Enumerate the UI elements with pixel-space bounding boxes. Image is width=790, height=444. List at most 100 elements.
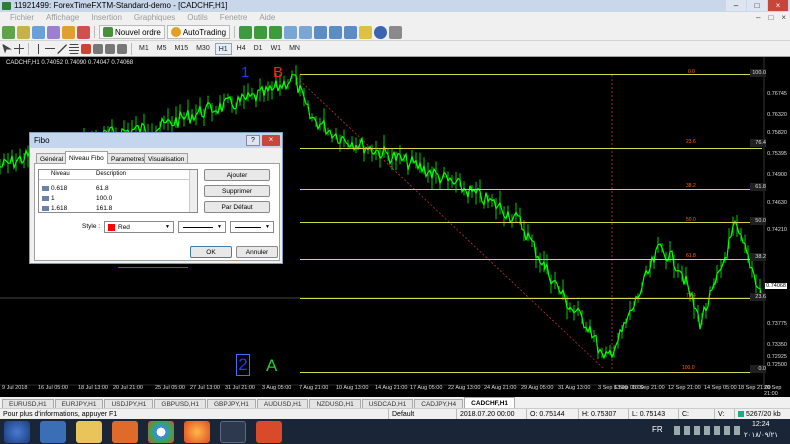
tab-niveau-fibo[interactable]: Niveau Fibo (65, 151, 108, 164)
ok-button[interactable]: OK (190, 246, 232, 258)
firefox-icon[interactable] (184, 421, 210, 443)
periods-icon[interactable] (374, 25, 388, 39)
tab-cadjpy[interactable]: CADJPY,H4 (414, 399, 464, 408)
menu-aide[interactable]: Aide (253, 12, 281, 24)
profiles-icon[interactable] (17, 25, 30, 39)
timeframe-h4[interactable]: H4 (234, 43, 249, 55)
new-chart-icon[interactable] (2, 25, 15, 39)
office-icon[interactable] (256, 421, 282, 443)
tab-nzdusd[interactable]: NZDUSD,H1 (309, 399, 361, 408)
tile-windows-icon[interactable] (314, 25, 328, 39)
wave-label-1: 1 (241, 64, 250, 81)
window-controls: – □ × (726, 0, 788, 12)
market-watch-icon[interactable] (32, 25, 45, 39)
line-width-select[interactable]: ▼ (230, 221, 274, 233)
indicators-icon[interactable] (359, 25, 373, 39)
start-button[interactable] (4, 421, 30, 443)
text-icon[interactable] (93, 43, 103, 54)
date-tick: 20 Sep 21:00 (764, 385, 782, 397)
line-chart-icon[interactable] (269, 25, 283, 39)
cancel-button[interactable]: Annuler (236, 246, 278, 258)
wave-label-2: 2 (236, 354, 250, 376)
arrows-icon[interactable] (117, 43, 127, 54)
price-tick: 0.72500 (767, 362, 787, 368)
crosshair-icon[interactable] (14, 43, 24, 54)
cursor-icon[interactable] (2, 43, 12, 54)
chart-minimize-button[interactable]: – (756, 12, 760, 24)
toolbar-separator (94, 26, 95, 38)
timeframe-m1[interactable]: M1 (136, 43, 152, 55)
list-scrollbar[interactable] (189, 170, 197, 212)
menu-affichage[interactable]: Affichage (40, 12, 85, 24)
chrome-icon[interactable] (148, 421, 174, 443)
tab-gbpusd[interactable]: GBPUSD,H1 (154, 399, 206, 408)
taskbar: FR 12:24 ٢٠١٨/٠٩/٢١ (0, 419, 790, 444)
dialog-help-button[interactable]: ? (246, 135, 260, 146)
autotrading-button[interactable]: AutoTrading (166, 25, 231, 39)
candlestick-icon[interactable] (254, 25, 268, 39)
tab-eurjpy[interactable]: EURJPY,H1 (54, 399, 104, 408)
tab-usdjpy[interactable]: USDJPY,H1 (104, 399, 154, 408)
timeframe-h1[interactable]: H1 (214, 42, 232, 55)
menu-outils[interactable]: Outils (181, 12, 213, 24)
tab-cadchf[interactable]: CADCHF,H1 (464, 397, 516, 408)
line-style-select[interactable]: ▼ (178, 221, 226, 233)
equidistant-channel-icon[interactable] (69, 43, 79, 54)
tray-icons[interactable] (674, 426, 744, 435)
tab-eurusd[interactable]: EURUSD,H1 (2, 399, 54, 408)
vertical-line-icon[interactable] (33, 43, 43, 54)
date-tick: 10 Sep 21:00 (632, 385, 665, 391)
tab-gbpjpy[interactable]: GBPJPY,H1 (206, 399, 256, 408)
fibo-level-tag: 76.4 (750, 139, 766, 147)
delete-button[interactable]: Supprimer (204, 185, 270, 197)
tab-usdcad[interactable]: USDCAD,H1 (361, 399, 414, 408)
templates-icon[interactable] (389, 25, 403, 39)
explorer-icon[interactable] (40, 421, 66, 443)
fibonacci-icon[interactable] (81, 43, 91, 54)
timeframe-d1[interactable]: D1 (251, 43, 266, 55)
menu-insertion[interactable]: Insertion (85, 12, 128, 24)
timeframe-m5[interactable]: M5 (154, 43, 170, 55)
window-title: 11921499: ForexTimeFXTM-Standard-demo - … (14, 1, 228, 10)
strategy-tester-icon[interactable] (77, 25, 90, 39)
metatrader-icon[interactable] (220, 421, 246, 443)
line-style-preview (183, 227, 213, 228)
chart-shift-icon[interactable] (344, 25, 358, 39)
media-player-icon[interactable] (112, 421, 138, 443)
list-item[interactable]: 0.618 61.8 (41, 184, 186, 193)
maximize-button[interactable]: □ (747, 0, 767, 11)
folder-icon[interactable] (76, 421, 102, 443)
close-button[interactable]: × (768, 0, 788, 11)
chart-close-button[interactable]: × (781, 12, 786, 24)
text-label-icon[interactable] (105, 43, 115, 54)
menu-fenetre[interactable]: Fenetre (214, 12, 254, 24)
autotrading-icon (170, 27, 181, 37)
timeframe-mn[interactable]: MN (286, 43, 303, 55)
horizontal-line-icon[interactable] (45, 43, 55, 54)
timeframe-m30[interactable]: M30 (193, 43, 213, 55)
chart-restore-button[interactable]: □ (768, 12, 773, 24)
add-button[interactable]: Ajouter (204, 169, 270, 181)
fibo-levels-list[interactable]: Niveau Description 0.618 61.8 1 100.0 1.… (38, 169, 198, 213)
zoom-in-icon[interactable] (284, 25, 298, 39)
minimize-button[interactable]: – (726, 0, 746, 11)
tab-audusd[interactable]: AUDUSD,H1 (256, 399, 309, 408)
timeframe-w1[interactable]: W1 (268, 43, 285, 55)
language-indicator[interactable]: FR (652, 425, 663, 434)
style-label: Style : (82, 223, 101, 230)
default-button[interactable]: Par Défaut (204, 201, 270, 213)
trendline-icon[interactable] (57, 43, 67, 54)
autoscroll-icon[interactable] (329, 25, 343, 39)
dialog-close-button[interactable]: × (262, 135, 280, 146)
navigator-icon[interactable] (47, 25, 60, 39)
menu-graphiques[interactable]: Graphiques (128, 12, 181, 24)
zoom-out-icon[interactable] (299, 25, 313, 39)
color-select[interactable]: Red ▼ (104, 221, 174, 233)
bar-chart-icon[interactable] (239, 25, 253, 39)
terminal-icon[interactable] (62, 25, 75, 39)
menu-fichier[interactable]: Fichier (4, 12, 40, 24)
timeframe-m15[interactable]: M15 (171, 43, 191, 55)
list-item[interactable]: 1.618 161.8 (41, 204, 186, 213)
list-item[interactable]: 1 100.0 (41, 194, 186, 203)
new-order-button[interactable]: Nouvel ordre (99, 25, 165, 39)
